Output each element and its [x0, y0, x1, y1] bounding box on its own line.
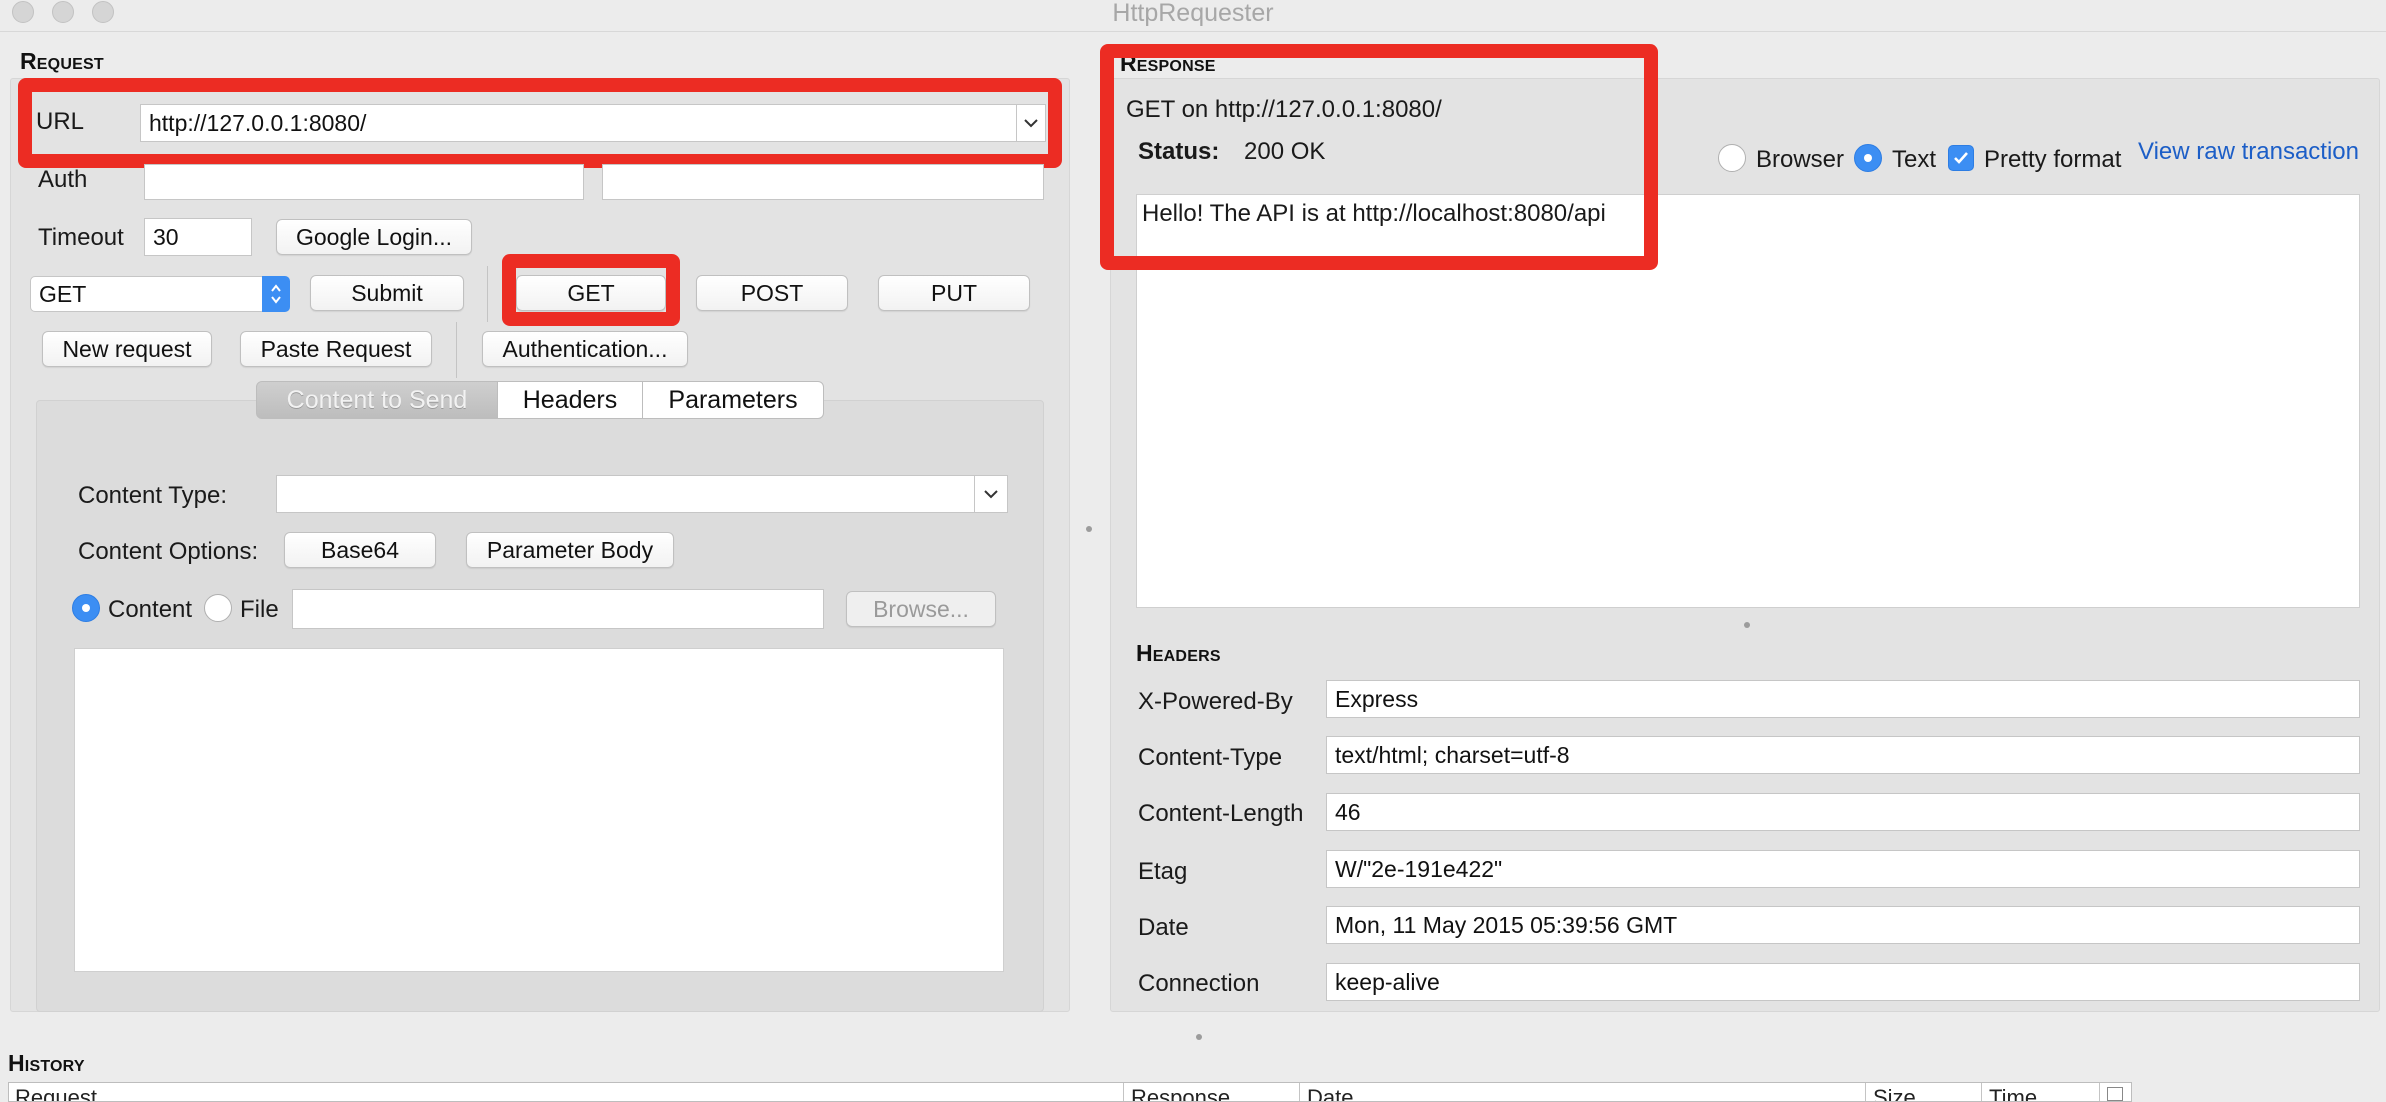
headers-section-title: Headers [1136, 640, 1221, 666]
history-table-header: Request Response Date Size Time [8, 1082, 2132, 1102]
new-request-button[interactable]: New request [42, 331, 212, 367]
checkmark-icon [1954, 152, 1968, 164]
auth-label: Auth [38, 166, 88, 193]
post-button[interactable]: POST [696, 275, 848, 311]
window-title: HttpRequester [1112, 0, 1274, 27]
header-value-field[interactable]: 46 [1326, 793, 2360, 831]
header-value-field[interactable]: Mon, 11 May 2015 05:39:56 GMT [1326, 906, 2360, 944]
get-highlight-box [502, 254, 680, 326]
content-radio-label: Content [108, 596, 193, 623]
pretty-format-label: Pretty format [1984, 146, 2122, 173]
header-value-field[interactable]: Express [1326, 680, 2360, 718]
toolbar-divider [487, 266, 488, 322]
text-radio-label: Text [1892, 146, 1937, 173]
timeout-input[interactable]: 30 [144, 218, 252, 256]
url-highlight-box [18, 78, 1062, 168]
method-select[interactable]: GET [30, 276, 266, 312]
column-divider [2099, 1083, 2100, 1101]
column-picker-icon[interactable] [2107, 1087, 2123, 1101]
history-column-response[interactable]: Response [1131, 1085, 1230, 1101]
history-section-title: History [8, 1050, 85, 1076]
paste-request-button[interactable]: Paste Request [240, 331, 432, 367]
history-column-size[interactable]: Size [1873, 1085, 1916, 1101]
header-name: X-Powered-By [1138, 688, 1293, 715]
text-radio[interactable] [1854, 144, 1882, 172]
timeout-label: Timeout [38, 224, 124, 251]
header-name: Connection [1138, 970, 1260, 997]
header-name: Date [1138, 914, 1189, 941]
chevron-down-icon [984, 490, 998, 499]
column-divider [1865, 1083, 1866, 1101]
pretty-format-checkbox[interactable] [1948, 145, 1974, 171]
horizontal-splitter-handle[interactable] [1744, 622, 1750, 628]
column-divider [1299, 1083, 1300, 1101]
file-radio[interactable] [204, 594, 232, 622]
tab-headers[interactable]: Headers [497, 381, 643, 419]
base64-button[interactable]: Base64 [284, 532, 436, 568]
request-section-title: Request [20, 48, 104, 74]
submit-button[interactable]: Submit [310, 275, 464, 311]
history-column-time[interactable]: Time [1989, 1085, 2037, 1101]
method-select-stepper[interactable] [262, 276, 290, 312]
column-divider [1123, 1083, 1124, 1101]
google-login-button[interactable]: Google Login... [276, 219, 472, 255]
column-divider [1981, 1083, 1982, 1101]
history-column-date[interactable]: Date [1307, 1085, 1353, 1101]
header-value-field[interactable]: W/"2e-191e422" [1326, 850, 2360, 888]
parameter-body-button[interactable]: Parameter Body [466, 532, 674, 568]
content-options-label: Content Options: [78, 538, 259, 565]
header-name: Content-Length [1138, 800, 1304, 827]
content-radio[interactable] [72, 594, 100, 622]
request-body-textarea[interactable] [74, 648, 1004, 972]
view-raw-transaction-link[interactable]: View raw transaction [2138, 138, 2359, 166]
file-path-input[interactable] [292, 589, 824, 629]
bottom-splitter-handle[interactable] [1196, 1034, 1202, 1040]
content-type-label: Content Type: [78, 482, 227, 509]
browse-button[interactable]: Browse... [846, 591, 996, 627]
browser-radio-label: Browser [1756, 146, 1845, 173]
header-name: Content-Type [1138, 744, 1283, 771]
tab-content-to-send[interactable]: Content to Send [256, 381, 498, 419]
file-radio-label: File [240, 596, 279, 623]
header-name: Etag [1138, 858, 1188, 885]
content-type-input[interactable] [276, 475, 976, 513]
history-column-request[interactable]: Request [15, 1085, 97, 1101]
vertical-splitter-handle[interactable] [1086, 526, 1092, 532]
put-button[interactable]: PUT [878, 275, 1030, 311]
auth-password-input[interactable] [602, 164, 1044, 200]
authentication-button[interactable]: Authentication... [482, 331, 688, 367]
response-highlight-box [1100, 44, 1658, 270]
content-type-dropdown[interactable] [974, 475, 1008, 513]
header-value-field[interactable]: keep-alive [1326, 963, 2360, 1001]
auth-username-input[interactable] [144, 164, 584, 200]
browser-radio[interactable] [1718, 144, 1746, 172]
tab-parameters[interactable]: Parameters [642, 381, 824, 419]
toolbar-divider-2 [456, 322, 457, 378]
header-value-field[interactable]: text/html; charset=utf-8 [1326, 736, 2360, 774]
up-down-arrows-icon [271, 284, 281, 304]
